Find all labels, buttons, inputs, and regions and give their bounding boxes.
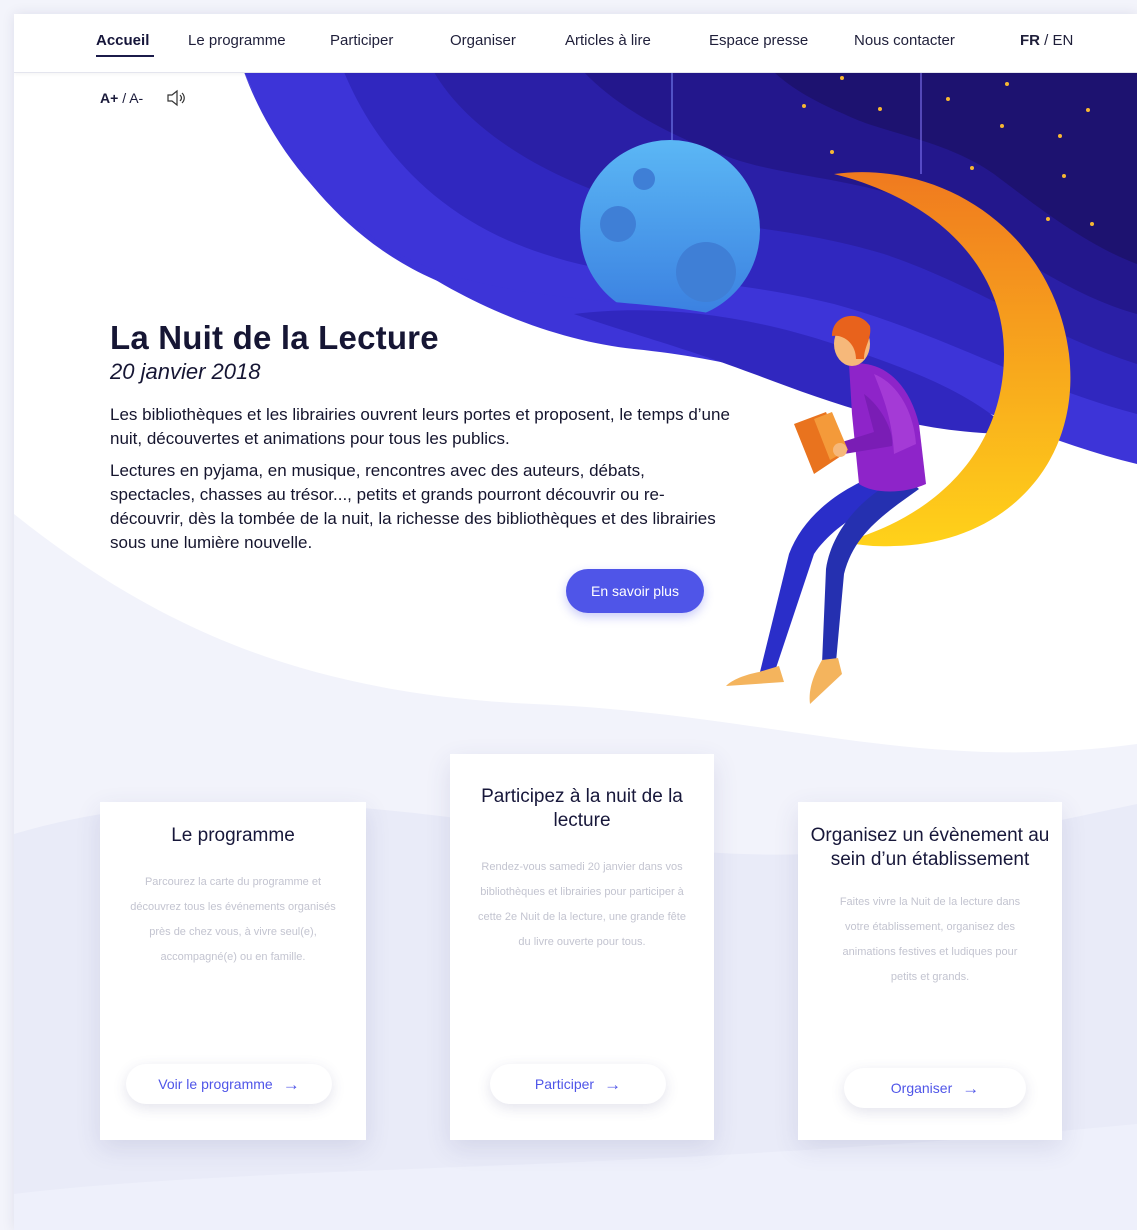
nav-item-organiser[interactable]: Organiser <box>450 32 516 49</box>
hero-date: 20 janvier 2018 <box>110 359 261 384</box>
text-size-decrease[interactable]: A- <box>129 90 143 106</box>
learn-more-button[interactable]: En savoir plus <box>566 569 704 613</box>
view-programme-button[interactable]: Voir le programme → <box>126 1064 332 1104</box>
button-label: Organiser <box>890 1080 953 1096</box>
hero-paragraph: Les bibliothèques et les librairies ouvr… <box>110 405 730 448</box>
lang-en[interactable]: EN <box>1053 32 1074 49</box>
card-programme: Le programme Parcourez la carte du progr… <box>100 802 366 1140</box>
arrow-right-icon: → <box>962 1079 980 1099</box>
arrow-right-icon: → <box>604 1075 622 1095</box>
lang-separator: / <box>1044 32 1049 49</box>
nav-item-participer[interactable]: Participer <box>330 32 393 49</box>
accessibility-controls: A+ / A- <box>100 89 185 107</box>
speaker-icon[interactable] <box>166 89 188 107</box>
card-description: Rendez-vous samedi 20 janvier dans vos b… <box>478 861 686 948</box>
organise-button[interactable]: Organiser → <box>844 1068 1026 1108</box>
card-title: Le programme <box>171 825 295 846</box>
card-participer: Participez à la nuit de la lecture Rende… <box>450 754 714 1140</box>
card-organiser: Organisez un évènement au sein d’un étab… <box>798 802 1062 1140</box>
card-title: Participez à la nuit de la lecture <box>481 786 683 831</box>
planet-illustration <box>580 140 760 320</box>
main-navigation: Accueil Le programme Participer Organise… <box>14 14 1137 73</box>
nav-item-presse[interactable]: Espace presse <box>709 32 808 49</box>
text-size-increase[interactable]: A+ <box>100 90 118 106</box>
nav-item-contact[interactable]: Nous contacter <box>854 32 955 49</box>
card-description: Parcourez la carte du programme et décou… <box>130 876 336 963</box>
active-indicator <box>96 55 154 57</box>
hero-title: La Nuit de la Lecture <box>110 319 439 356</box>
arrow-right-icon: → <box>282 1075 300 1095</box>
lang-fr[interactable]: FR <box>1020 32 1040 49</box>
card-description: Faites vivre la Nuit de la lecture dans … <box>839 896 1021 983</box>
nav-item-programme[interactable]: Le programme <box>188 32 286 49</box>
card-title: Organisez un évènement au sein d’un étab… <box>810 825 1050 870</box>
button-label: Voir le programme <box>158 1076 273 1092</box>
hero-paragraph: Lectures en pyjama, en musique, rencontr… <box>110 461 716 552</box>
text-size-separator: / <box>122 90 127 106</box>
language-switcher: FR / EN <box>1020 32 1073 49</box>
page: Accueil Le programme Participer Organise… <box>14 14 1137 1230</box>
hero-text: La Nuit de la Lecture 20 janvier 2018 Le… <box>110 319 730 563</box>
participate-button[interactable]: Participer → <box>490 1064 666 1104</box>
nav-item-accueil[interactable]: Accueil <box>96 32 149 49</box>
nav-item-articles[interactable]: Articles à lire <box>565 32 651 49</box>
button-label: Participer <box>534 1076 595 1092</box>
